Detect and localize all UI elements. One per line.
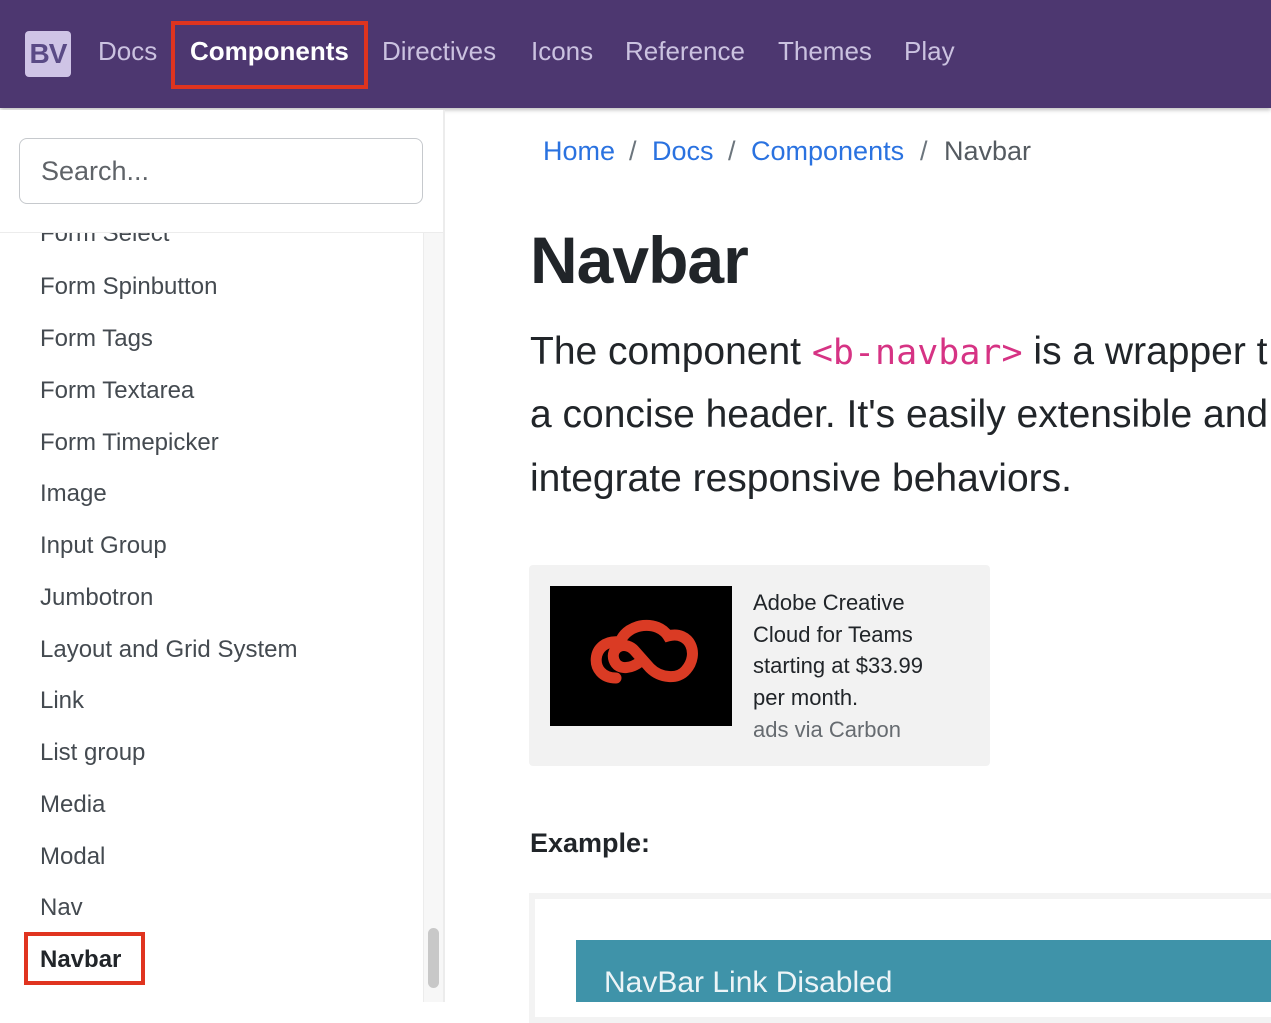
nav-link-docs[interactable]: Docs: [98, 36, 157, 67]
ad-text-line[interactable]: Cloud for Teams: [753, 622, 913, 648]
sidebar-item-link[interactable]: Link: [40, 687, 84, 715]
example-heading: Example:: [530, 828, 651, 858]
lead-line-3: integrate responsive behaviors.: [530, 457, 1072, 500]
adobe-creative-cloud-icon: [590, 619, 698, 684]
lead-line-2: a concise header. It's easily extensible…: [530, 393, 1269, 436]
search-placeholder: Search...: [41, 156, 150, 186]
breadcrumb-separator: /: [728, 136, 736, 166]
sidebar-item-form-textarea[interactable]: Form Textarea: [40, 377, 194, 405]
nav-link-icons[interactable]: Icons: [531, 36, 593, 67]
sidebar-item-form-select[interactable]: Form Select: [40, 233, 169, 248]
lead-text: The component: [530, 330, 812, 373]
inline-code: <b-navbar>: [811, 333, 1023, 373]
nav-link-reference[interactable]: Reference: [625, 36, 745, 67]
ad-image[interactable]: [550, 586, 732, 726]
sidebar-nav-list: Form Select Form Spinbutton Form Tags Fo…: [0, 233, 423, 1002]
breadcrumb-current: Navbar: [944, 136, 1032, 166]
breadcrumb-home[interactable]: Home: [543, 136, 615, 167]
lead-text: is a wrapper t: [1022, 330, 1268, 373]
nav-link-directives[interactable]: Directives: [382, 36, 496, 67]
ad-text-line[interactable]: per month.: [753, 685, 858, 711]
lead-line-1: The component <b-navbar> is a wrapper t: [530, 330, 1268, 374]
bootstrap-vue-logo[interactable]: BV: [25, 31, 71, 77]
sidebar-divider: [443, 110, 445, 1002]
sidebar-item-form-timepicker[interactable]: Form Timepicker: [40, 429, 219, 457]
sidebar-item-list-group[interactable]: List group: [40, 739, 145, 767]
sidebar-scrollbar-thumb[interactable]: [428, 928, 439, 988]
highlight-box-navbar: [24, 932, 145, 985]
sidebar-item-image[interactable]: Image: [40, 480, 107, 508]
sidebar-item-form-spinbutton[interactable]: Form Spinbutton: [40, 273, 217, 301]
page-title: Navbar: [530, 223, 749, 297]
breadcrumb-components[interactable]: Components: [751, 136, 904, 167]
sidebar-item-nav[interactable]: Nav: [40, 894, 83, 922]
sidebar-item-modal[interactable]: Modal: [40, 843, 105, 871]
sidebar-item-media[interactable]: Media: [40, 791, 105, 819]
nav-link-play[interactable]: Play: [904, 36, 955, 67]
sidebar-item-form-tags[interactable]: Form Tags: [40, 325, 153, 353]
ad-text-line[interactable]: Adobe Creative: [753, 590, 905, 616]
nav-link-themes[interactable]: Themes: [778, 36, 872, 67]
sidebar-item-input-group[interactable]: Input Group: [40, 532, 167, 560]
breadcrumb-separator: /: [920, 136, 928, 166]
breadcrumb-docs[interactable]: Docs: [652, 136, 714, 167]
ad-via-carbon[interactable]: ads via Carbon: [753, 717, 901, 743]
breadcrumb-separator: /: [629, 136, 637, 166]
sidebar-item-jumbotron[interactable]: Jumbotron: [40, 584, 153, 612]
sidebar-scrollbar[interactable]: [423, 233, 444, 1002]
ad-text-line[interactable]: starting at $33.99: [753, 653, 923, 679]
example-navbar-brand[interactable]: NavBar Link Disabled: [604, 966, 892, 1000]
highlight-box-components: [171, 21, 368, 89]
sidebar-item-layout-grid[interactable]: Layout and Grid System: [40, 636, 297, 664]
